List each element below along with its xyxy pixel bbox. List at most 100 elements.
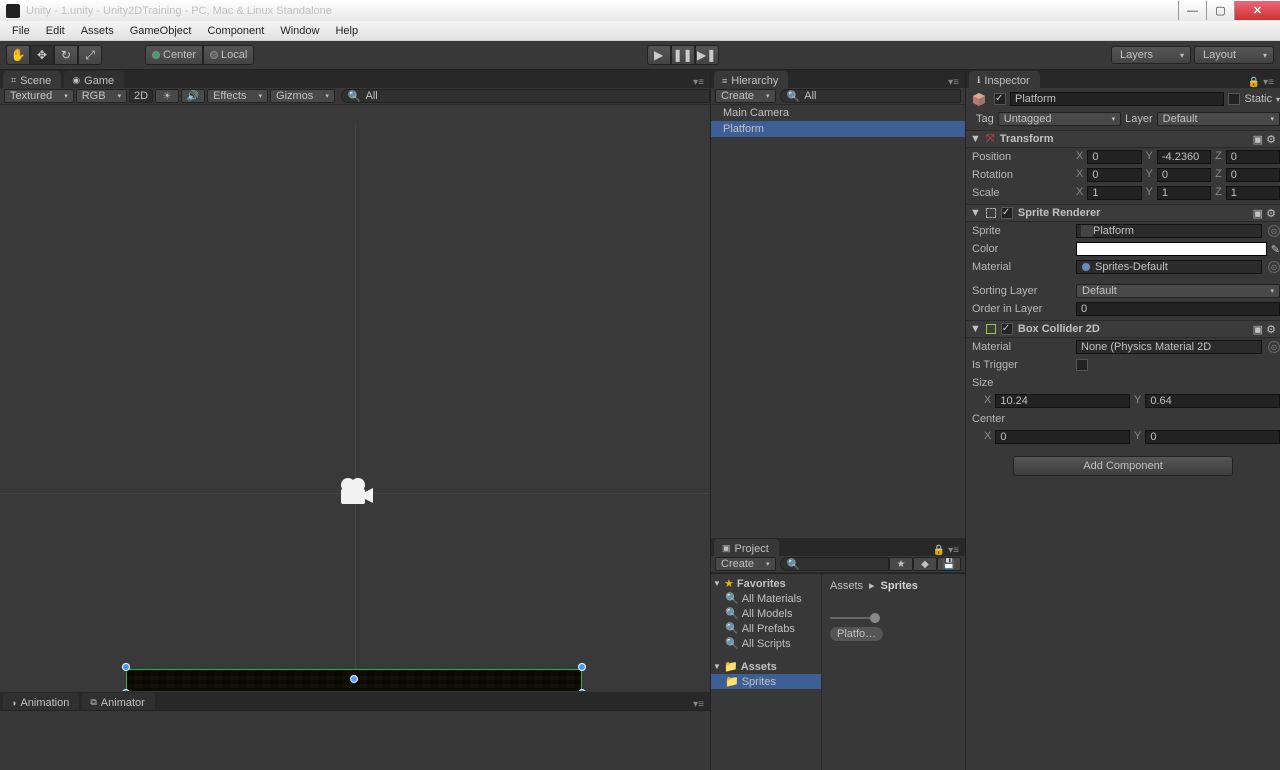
project-fav-materials[interactable]: 🔍All Materials [711,591,821,606]
tab-animator[interactable]: ⧉Animator [82,693,154,710]
project-fav-models[interactable]: 🔍All Models [711,606,821,621]
material-object-field[interactable]: Sprites-Default [1076,260,1262,274]
project-save-search[interactable]: 💾 [937,557,961,571]
project-create-dropdown[interactable]: Create [715,557,776,571]
scene-panel-options[interactable]: ▾≡ [693,77,710,88]
scene-search-input[interactable]: 🔍All [341,89,710,103]
window-minimize-button[interactable]: — [1178,1,1206,20]
project-assets-header[interactable]: ▼📁Assets [711,659,821,674]
project-filter-star[interactable]: ★ [889,557,913,571]
selection-handle-center[interactable] [350,675,358,683]
tab-hierarchy[interactable]: ≡Hierarchy [714,71,788,88]
color-field[interactable] [1076,242,1267,256]
tab-animation[interactable]: ◑Animation [3,693,79,710]
tag-dropdown[interactable]: Untagged [998,112,1121,126]
collider-center-y-input[interactable]: 0 [1145,430,1280,444]
gear-icon[interactable]: ⚙ [1266,208,1276,220]
project-filter-type[interactable]: ◆ [913,557,937,571]
shaded-dropdown[interactable]: Textured [4,89,74,103]
camera-gizmo-icon[interactable] [338,477,374,507]
hierarchy-item-main-camera[interactable]: Main Camera [711,105,965,121]
menu-assets[interactable]: Assets [73,25,122,37]
material-picker-button[interactable]: ⊙ [1268,261,1280,273]
selection-handle-tr[interactable] [578,663,586,671]
gear-icon[interactable]: ⚙ [1266,324,1276,336]
window-close-button[interactable]: ✕ [1234,1,1280,20]
scale-y-input[interactable]: 1 [1157,186,1211,200]
add-component-button[interactable]: Add Component [1013,456,1233,476]
menu-help[interactable]: Help [327,25,366,37]
is-trigger-checkbox[interactable] [1076,359,1088,371]
scene-lighting-toggle[interactable]: ☀ [155,89,179,103]
collider-size-y-input[interactable]: 0.64 [1145,394,1280,408]
scale-x-input[interactable]: 1 [1087,186,1141,200]
selection-handle-tl[interactable] [122,663,130,671]
help-icon[interactable]: ▣ [1253,134,1263,146]
selection-handle-br[interactable] [578,689,586,691]
box-collider-header[interactable]: ▼ Box Collider 2D▣ ⚙ [966,320,1280,338]
pivot-mode-button[interactable]: Center [145,45,203,65]
transform-component-header[interactable]: ▼ ⤧Transform▣ ⚙ [966,130,1280,148]
position-z-input[interactable]: 0 [1226,150,1280,164]
rgb-dropdown[interactable]: RGB [76,89,127,103]
sorting-layer-dropdown[interactable]: Default [1076,284,1280,298]
inspector-panel-options[interactable]: 🔒 ▾≡ [1248,77,1280,88]
move-tool-button[interactable]: ✥ [30,45,54,65]
pause-button[interactable]: ❚❚ [671,45,695,65]
sprite-renderer-enabled-checkbox[interactable] [1001,207,1013,219]
window-maximize-button[interactable]: ▢ [1206,1,1234,20]
step-button[interactable]: ▶❚ [695,45,719,65]
help-icon[interactable]: ▣ [1253,324,1263,336]
project-search-input[interactable]: 🔍 [780,557,889,571]
collider-material-field[interactable]: None (Physics Material 2D [1076,340,1262,354]
menu-component[interactable]: Component [199,25,272,37]
scale-z-input[interactable]: 1 [1226,186,1280,200]
play-button[interactable]: ▶ [647,45,671,65]
effects-dropdown[interactable]: Effects [207,89,268,103]
gear-icon[interactable]: ⚙ [1266,134,1276,146]
gameobject-name-input[interactable]: Platform [1010,92,1224,106]
tab-project[interactable]: ▣Project [714,539,779,556]
hierarchy-search-input[interactable]: 🔍All [780,89,961,103]
sprite-object-field[interactable]: Platform [1076,224,1262,238]
project-favorites-header[interactable]: ▼★Favorites [711,576,821,591]
menu-gameobject[interactable]: GameObject [122,25,200,37]
tab-game[interactable]: ◉Game [64,71,124,88]
help-icon[interactable]: ▣ [1253,208,1263,220]
static-checkbox[interactable] [1228,93,1240,105]
menu-file[interactable]: File [4,25,38,37]
gameobject-active-checkbox[interactable] [994,93,1006,105]
rotation-x-input[interactable]: 0 [1087,168,1141,182]
project-breadcrumb[interactable]: Assets▸Sprites [830,578,957,593]
sprite-renderer-header[interactable]: ▼ Sprite Renderer▣ ⚙ [966,204,1280,222]
scene-audio-toggle[interactable]: 🔊 [181,89,205,103]
selection-handle-bl[interactable] [122,689,130,691]
hand-tool-button[interactable]: ✋ [6,45,30,65]
rotate-tool-button[interactable]: ↻ [54,45,78,65]
scene-view-canvas[interactable] [0,105,710,691]
mode-2d-toggle[interactable]: 2D [129,89,153,103]
hierarchy-panel-options[interactable]: ▾≡ [948,77,965,88]
rotation-y-input[interactable]: 0 [1157,168,1211,182]
project-fav-scripts[interactable]: 🔍All Scripts [711,636,821,651]
gizmos-dropdown[interactable]: Gizmos [270,89,335,103]
hierarchy-create-dropdown[interactable]: Create [715,89,776,103]
rotation-z-input[interactable]: 0 [1226,168,1280,182]
project-folder-sprites[interactable]: 📁Sprites [711,674,821,689]
scale-tool-button[interactable]: ⤢ [78,45,102,65]
static-dropdown-icon[interactable]: ▾ [1276,95,1280,104]
layers-dropdown[interactable]: Layers [1111,46,1191,64]
collider-material-picker[interactable]: ⊙ [1268,341,1280,353]
order-in-layer-input[interactable]: 0 [1076,302,1280,316]
project-fav-prefabs[interactable]: 🔍All Prefabs [711,621,821,636]
position-y-input[interactable]: -4.2360 [1157,150,1211,164]
tab-scene[interactable]: ⌗Scene [3,71,61,88]
position-x-input[interactable]: 0 [1087,150,1141,164]
hierarchy-item-platform[interactable]: Platform [711,121,965,137]
color-eyedropper-icon[interactable]: ✎ [1271,243,1280,256]
box-collider-enabled-checkbox[interactable] [1001,323,1013,335]
menu-edit[interactable]: Edit [38,25,73,37]
sprite-picker-button[interactable]: ⊙ [1268,225,1280,237]
project-asset-platform[interactable]: Platfo… [830,627,883,641]
pivot-rotation-button[interactable]: Local [203,45,254,65]
